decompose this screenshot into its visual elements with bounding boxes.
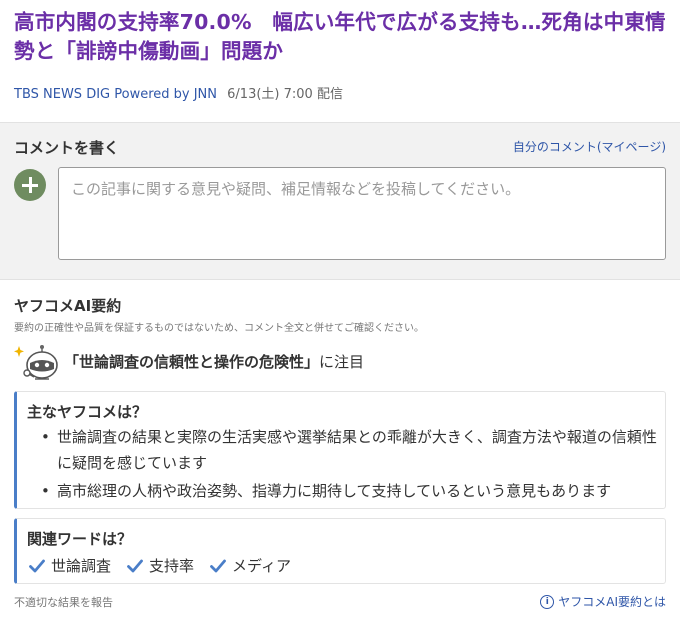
- related-words-list: 世論調査 支持率 メディア: [29, 555, 291, 576]
- report-link[interactable]: 不適切な結果を報告: [14, 594, 113, 610]
- related-word: 支持率: [127, 555, 194, 576]
- publish-date: 6/13(土) 7:00 配信: [227, 87, 343, 102]
- main-comments-title: 主なヤフコメは？: [27, 403, 148, 421]
- ai-focus-suffix: に注目: [319, 353, 365, 371]
- about-ai-summary-link[interactable]: i ヤフコメAI要約とは: [540, 593, 666, 610]
- related-word: 世論調査: [29, 555, 111, 576]
- article-header: 高市内閣の支持率70.0% 幅広い年代で広がる支持も…死角は中東情勢と「誹謗中傷…: [0, 0, 680, 122]
- source-link[interactable]: TBS NEWS DIG Powered by JNN: [14, 87, 217, 102]
- ai-summary-title: ヤフコメAI要約: [14, 297, 122, 315]
- check-icon: [127, 559, 143, 572]
- list-item: • 高市総理の人柄や政治姿勢、指導力に期待して支持しているという意見もあります: [41, 482, 612, 500]
- main-comments-card: 主なヤフコメは？ • 世論調査の結果と実際の生活実感や選挙結果との乖離が大きく、調…: [14, 391, 666, 509]
- comment-input[interactable]: この記事に関する意見や疑問、補足情報などを投稿してください。: [58, 167, 666, 260]
- plus-icon[interactable]: [14, 169, 46, 201]
- info-icon: i: [540, 594, 555, 609]
- check-icon: [210, 559, 226, 572]
- article-byline: TBS NEWS DIG Powered by JNN 6/13(土) 7:00…: [14, 86, 343, 104]
- comment-title: コメントを書く: [14, 139, 120, 157]
- my-comments-link[interactable]: 自分のコメント(マイページ): [513, 138, 666, 155]
- list-item: • 世論調査の結果と実際の生活実感や選挙結果との乖離が大きく、調査方法や報道の信頼…: [41, 428, 657, 472]
- ai-focus-headline: 「世論調査の信頼性と操作の危険性」に注目: [64, 351, 364, 372]
- check-icon: [29, 559, 45, 572]
- related-word: メディア: [210, 555, 291, 576]
- ai-disclaimer: 要約の正確性や品質を保証するものではないため、コメント全文と併せてご確認ください…: [14, 323, 424, 334]
- comment-section: コメントを書く 自分のコメント(マイページ) この記事に関する意見や疑問、補足情…: [0, 122, 680, 280]
- related-words-card: 関連ワードは？ 世論調査 支持率 メディア: [14, 518, 666, 584]
- robot-icon: [14, 345, 58, 380]
- main-comments-list: • 世論調査の結果と実際の生活実感や選挙結果との乖離が大きく、調査方法や報道の信頼…: [29, 424, 657, 506]
- article-headline: 高市内閣の支持率70.0% 幅広い年代で広がる支持も…死角は中東情勢と「誹謗中傷…: [14, 10, 666, 63]
- ai-focus-quote: 「世論調査の信頼性と操作の危険性」: [64, 353, 320, 371]
- related-words-title: 関連ワードは？: [27, 530, 133, 548]
- ai-summary-section: ヤフコメAI要約 要約の正確性や品質を保証するものではないため、コメント全文と併…: [0, 281, 680, 634]
